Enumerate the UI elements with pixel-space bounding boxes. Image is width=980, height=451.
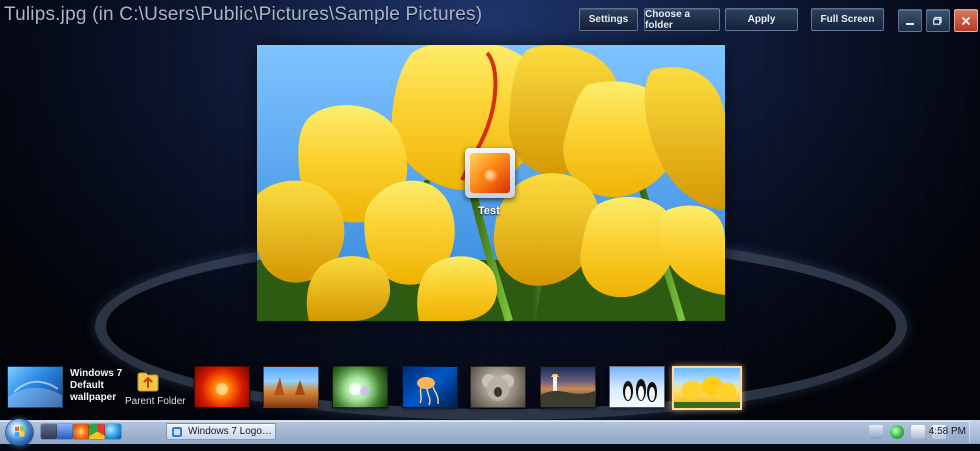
penguins-thumb[interactable] (609, 366, 665, 408)
parent-folder-label: Parent Folder (125, 396, 186, 407)
koala-thumb[interactable] (470, 366, 526, 408)
jellyfish-icon (417, 377, 439, 406)
restore-icon (933, 16, 942, 25)
quick-launch-grip-icon[interactable] (41, 424, 57, 439)
show-desktop-icon[interactable] (57, 424, 73, 439)
windows-7-default-wallpaper-thumb[interactable] (7, 366, 63, 408)
parent-folder-thumb[interactable] (137, 367, 159, 393)
chrysanthemum-thumb[interactable] (194, 366, 250, 408)
taskbar (0, 420, 980, 444)
apply-button[interactable]: Apply (725, 8, 798, 31)
taskbar-app-windows7-logon-background[interactable]: Windows 7 Logon Ba... (166, 423, 276, 440)
choose-folder-button[interactable]: Choose a folder (644, 8, 720, 31)
parent-folder-icon (137, 372, 159, 392)
flower-icon (216, 383, 228, 395)
taskbar-app-label: Windows 7 Logon Ba... (188, 426, 274, 437)
thumbnail-strip: Windows 7 Default wallpaper Parent Folde… (0, 362, 980, 410)
user-picture-icon (470, 153, 510, 193)
network-icon[interactable] (869, 425, 883, 439)
windows-7-default-wallpaper-label: Windows 7 Default wallpaper (70, 368, 123, 403)
penguins-icon (623, 379, 657, 402)
lighthouse-icon (541, 374, 595, 407)
security-icon[interactable] (890, 425, 904, 439)
firefox-icon[interactable] (73, 424, 89, 439)
taskbar-clock: 4:58 PM (928, 426, 966, 437)
windows-logo-icon (15, 425, 25, 437)
jellyfish-thumb[interactable] (402, 366, 458, 408)
close-button[interactable] (954, 9, 978, 32)
hydrangeas-thumb[interactable] (332, 366, 388, 408)
windows-default-wallpaper-icon (8, 380, 62, 407)
desert-icon (274, 377, 305, 395)
minimize-icon (906, 22, 914, 25)
internet-explorer-icon[interactable] (105, 424, 121, 439)
show-desktop-button[interactable] (969, 420, 980, 443)
tulips-icon (674, 376, 740, 408)
close-icon (962, 16, 970, 25)
user-name: Test (478, 205, 500, 217)
koala-icon (482, 374, 514, 401)
app-icon (172, 426, 182, 437)
window-title: Tulips.jpg (in C:\Users\Public\Pictures\… (4, 4, 483, 25)
settings-button[interactable]: Settings (579, 8, 638, 31)
chrome-icon[interactable] (89, 424, 105, 439)
monitor-icon[interactable] (911, 425, 925, 439)
user-picture-tile (465, 148, 515, 198)
flowers-icon (349, 383, 370, 396)
tulips-thumb[interactable] (672, 366, 742, 410)
lighthouse-thumb[interactable] (540, 366, 596, 408)
start-button[interactable] (6, 419, 33, 446)
minimize-button[interactable] (898, 9, 922, 32)
desert-thumb[interactable] (263, 366, 319, 408)
full-screen-button[interactable]: Full Screen (811, 8, 884, 31)
restore-button[interactable] (926, 9, 950, 32)
